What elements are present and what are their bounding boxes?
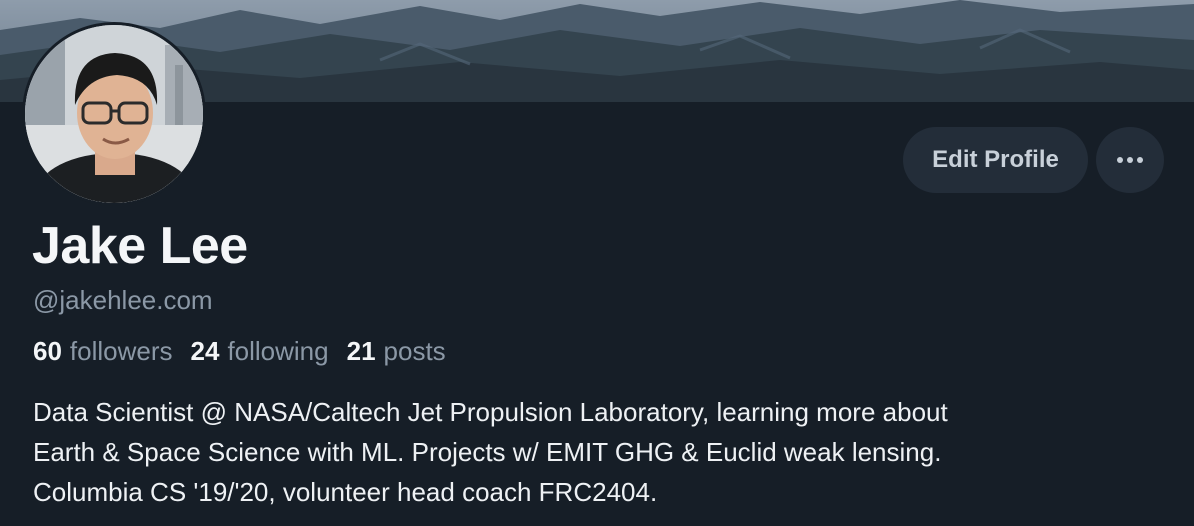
bio-line: Data Scientist @ NASA/Caltech Jet Propul… xyxy=(33,397,948,427)
profile-page: Edit Profile Jake Lee @jakehlee.com 60 fo… xyxy=(0,0,1194,526)
person-photo-icon xyxy=(25,25,203,203)
ellipsis-icon xyxy=(1117,157,1143,163)
avatar[interactable] xyxy=(22,22,206,206)
bio-line: Columbia CS '19/'20, volunteer head coac… xyxy=(33,477,658,507)
following-stat[interactable]: 24 following xyxy=(191,334,329,368)
bio-line: Earth & Space Science with ML. Projects … xyxy=(33,437,942,467)
display-name: Jake Lee xyxy=(32,217,248,275)
avatar-photo xyxy=(25,25,203,203)
followers-stat[interactable]: 60 followers xyxy=(33,334,173,368)
followers-count: 60 xyxy=(33,336,62,366)
following-count: 24 xyxy=(190,336,220,366)
more-options-button[interactable] xyxy=(1096,127,1164,193)
profile-bio: Data Scientist @ NASA/Caltech Jet Propul… xyxy=(33,392,1173,512)
profile-stats: 60 followers 24 following 21 posts xyxy=(33,334,464,368)
followers-label: followers xyxy=(69,336,173,366)
following-label: following xyxy=(227,336,329,366)
edit-profile-button[interactable]: Edit Profile xyxy=(903,127,1088,193)
profile-handle: @jakehlee.com xyxy=(33,285,213,315)
posts-count: 21 xyxy=(346,336,376,366)
posts-stat: 21 posts xyxy=(347,334,446,368)
posts-label: posts xyxy=(383,336,446,366)
